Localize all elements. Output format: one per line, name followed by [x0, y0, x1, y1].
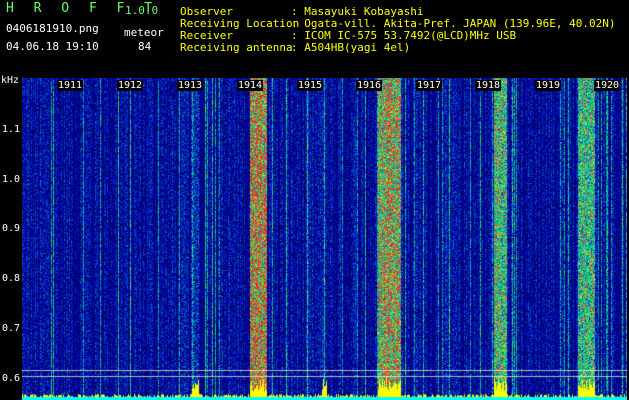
- minute-label: 1916: [356, 80, 383, 91]
- minute-label: 1911: [57, 80, 84, 91]
- minute-label: 1917: [416, 80, 443, 91]
- minute-label: 1912: [117, 80, 144, 91]
- minute-label: 1920: [594, 80, 621, 91]
- y-tick: 0.6: [1, 373, 20, 384]
- y-tick: 0.9: [1, 223, 20, 234]
- minute-label: 1918: [475, 80, 502, 91]
- spectrogram-canvas: [22, 78, 627, 400]
- minute-label: 1913: [177, 80, 204, 91]
- y-tick: 1.1: [1, 124, 20, 135]
- spectrogram-plot: [22, 78, 627, 400]
- minute-label: 1915: [297, 80, 324, 91]
- file-datetime: 04.06.18 19:10: [6, 40, 99, 53]
- minute-label: 1914: [237, 80, 264, 91]
- antenna-label: Receiving antenna: [180, 41, 293, 54]
- file-name: 0406181910.png: [6, 22, 99, 35]
- app-version: 1.0.0: [125, 4, 159, 17]
- y-tick: 0.7: [1, 323, 20, 334]
- minute-label: 1919: [535, 80, 562, 91]
- y-axis-unit: kHz: [1, 75, 20, 86]
- mode-label: meteor: [124, 26, 164, 39]
- y-tick: 0.8: [1, 273, 20, 284]
- antenna-value: : A504HB(yagi 4el): [291, 41, 411, 54]
- y-tick: 1.0: [1, 174, 20, 185]
- detection-count: 84: [138, 40, 152, 53]
